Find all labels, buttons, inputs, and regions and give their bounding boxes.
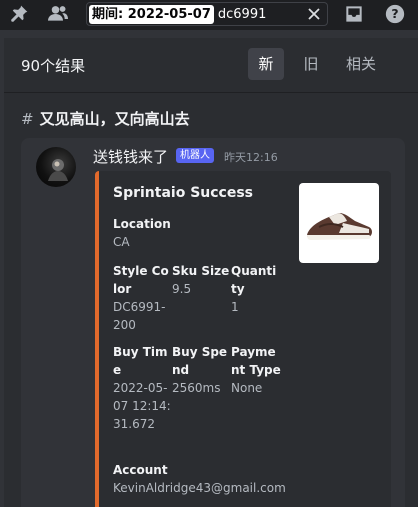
- sneaker-thumbnail[interactable]: [299, 183, 379, 263]
- field-buy-time: Buy Time 2022-05-07 12:14:31.672: [113, 345, 171, 431]
- field-sku-size: Sku Size 9.5: [172, 264, 230, 296]
- top-toolbar: 期间: 2022-05-07 dc6991 ?: [0, 0, 418, 30]
- bot-badge: 机器人: [176, 148, 214, 163]
- results-count: 90个结果: [21, 57, 86, 75]
- message-author[interactable]: 送钱钱来了: [93, 146, 168, 167]
- field-payment-type: Payment Type None: [231, 345, 281, 395]
- field-quantity: Quantity 1: [231, 264, 277, 314]
- field-account: Account KevinAldridge43@gmail.com: [113, 463, 286, 495]
- search-result-message[interactable]: 送钱钱来了 机器人 昨天12:16 Sprintaio Success Loca…: [21, 138, 405, 507]
- members-icon[interactable]: [47, 3, 69, 25]
- embed-title: Sprintaio Success: [113, 185, 254, 201]
- clear-search-icon[interactable]: [305, 5, 323, 23]
- search-query[interactable]: dc6991: [218, 7, 266, 22]
- search-results-panel: 90个结果 新 旧 相关 # 又见高山，又向高山去 送钱钱来了 机器人 昨天12:…: [4, 38, 418, 507]
- tab-newest[interactable]: 新: [248, 48, 284, 80]
- help-icon[interactable]: ?: [384, 3, 406, 25]
- search-input[interactable]: 期间: 2022-05-07 dc6991: [86, 2, 328, 26]
- message-timestamp: 昨天12:16: [224, 151, 278, 164]
- pin-icon[interactable]: [8, 3, 30, 25]
- field-style-color: Style Color DC6991-200: [113, 264, 169, 332]
- hash-icon: #: [21, 110, 34, 128]
- channel-header[interactable]: # 又见高山，又向高山去: [21, 108, 190, 129]
- channel-name: 又见高山，又向高山去: [39, 110, 190, 128]
- divider: [4, 92, 418, 93]
- field-buy-spend: Buy Spend 2560ms: [172, 345, 228, 395]
- inbox-icon[interactable]: [343, 3, 365, 25]
- message-embed: Sprintaio Success Location CA Style Colo…: [95, 171, 391, 507]
- tab-relevant[interactable]: 相关: [338, 48, 384, 80]
- svg-text:?: ?: [391, 6, 398, 21]
- avatar[interactable]: [36, 147, 76, 187]
- search-filter-chip[interactable]: 期间: 2022-05-07: [89, 4, 214, 24]
- tab-oldest[interactable]: 旧: [293, 48, 329, 80]
- field-location: Location CA: [113, 217, 171, 249]
